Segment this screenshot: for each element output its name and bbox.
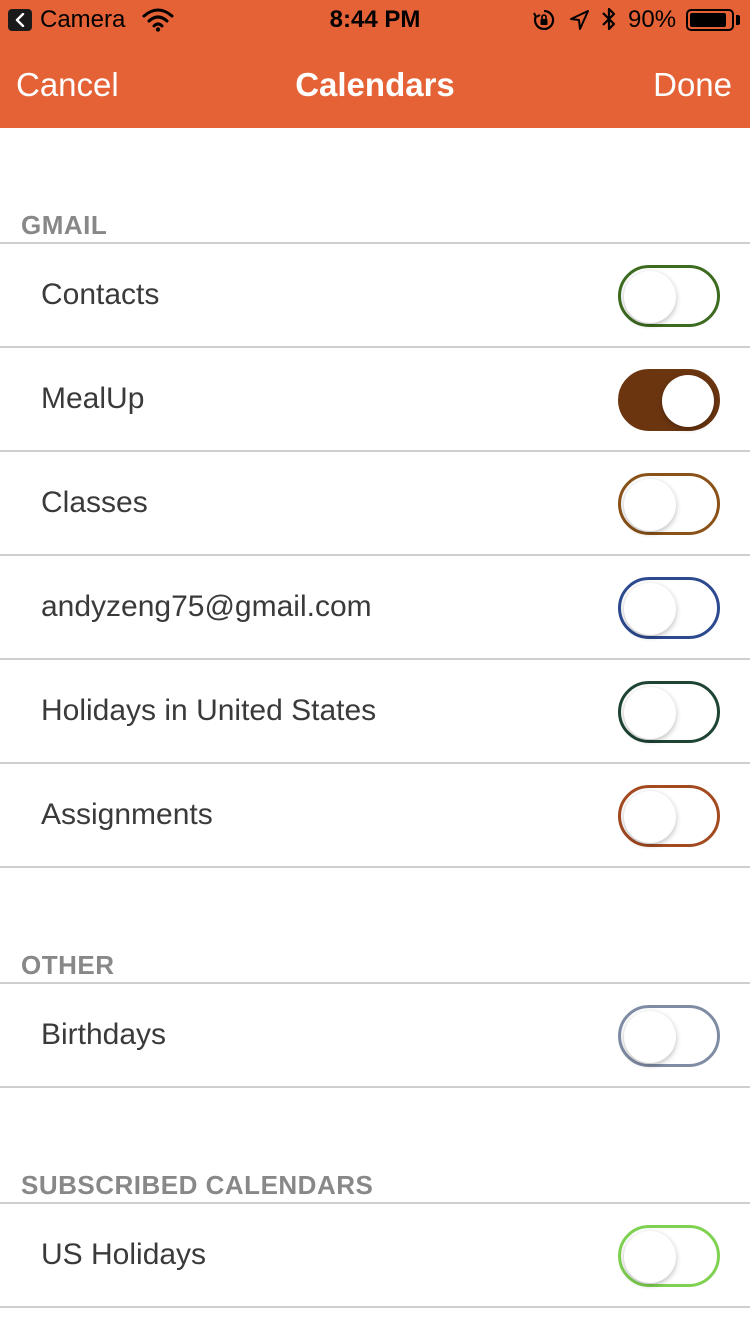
- calendar-toggle-mealup[interactable]: [618, 369, 720, 431]
- page-title: Calendars: [295, 66, 455, 103]
- calendar-toggle-us-holidays[interactable]: [618, 1225, 720, 1287]
- calendar-label: MealUp: [41, 382, 145, 415]
- toggle-knob: [624, 479, 676, 531]
- toggle-knob: [624, 1231, 676, 1283]
- calendar-row-mealup[interactable]: MealUp: [0, 348, 750, 450]
- calendar-toggle-classes[interactable]: [618, 473, 720, 535]
- status-bar: Camera 8:44 PM 90%: [0, 0, 750, 40]
- calendar-row-holidays-us[interactable]: Holidays in United States: [0, 660, 750, 762]
- calendar-toggle-birthdays[interactable]: [618, 1005, 720, 1067]
- calendar-label: Contacts: [41, 278, 160, 311]
- battery-percent: 90%: [628, 6, 677, 33]
- toggle-knob: [624, 1011, 676, 1063]
- battery-fill: [690, 13, 726, 27]
- toggle-knob: [624, 791, 676, 843]
- calendar-label: Birthdays: [41, 1018, 167, 1051]
- calendar-row-gmail-account[interactable]: andyzeng75@gmail.com: [0, 556, 750, 658]
- rotation-lock-icon: [532, 8, 556, 37]
- calendar-row-us-holidays[interactable]: US Holidays: [0, 1204, 750, 1306]
- calendar-toggle-contacts[interactable]: [618, 265, 720, 327]
- section-header-subscribed: SUBSCRIBED CALENDARS: [21, 1170, 374, 1200]
- bluetooth-icon: [600, 6, 618, 37]
- divider: [0, 1306, 750, 1308]
- calendar-toggle-holidays-us[interactable]: [618, 681, 720, 743]
- navigation-header: Camera 8:44 PM 90% Cancel Calendars Done: [0, 0, 750, 128]
- divider: [0, 866, 750, 868]
- calendar-row-assignments[interactable]: Assignments: [0, 764, 750, 866]
- calendar-label: Classes: [41, 486, 148, 519]
- toggle-knob: [662, 375, 714, 427]
- toggle-knob: [624, 687, 676, 739]
- section-header-other: OTHER: [21, 950, 115, 980]
- calendar-label: Holidays in United States: [41, 694, 377, 727]
- calendar-toggle-assignments[interactable]: [618, 785, 720, 847]
- calendar-row-classes[interactable]: Classes: [0, 452, 750, 554]
- battery-cap: [736, 15, 740, 25]
- toggle-knob: [624, 583, 676, 635]
- toggle-knob: [624, 271, 676, 323]
- done-button[interactable]: Done: [653, 66, 732, 104]
- calendar-label: Assignments: [41, 798, 213, 831]
- calendar-label: andyzeng75@gmail.com: [41, 590, 372, 623]
- calendar-row-contacts[interactable]: Contacts: [0, 244, 750, 346]
- calendar-toggle-gmail-account[interactable]: [618, 577, 720, 639]
- calendar-row-birthdays[interactable]: Birthdays: [0, 984, 750, 1086]
- section-header-gmail: GMAIL: [21, 210, 108, 240]
- divider: [0, 1086, 750, 1088]
- calendar-label: US Holidays: [41, 1238, 207, 1271]
- location-arrow-icon: [568, 8, 590, 37]
- battery-icon: [686, 9, 734, 31]
